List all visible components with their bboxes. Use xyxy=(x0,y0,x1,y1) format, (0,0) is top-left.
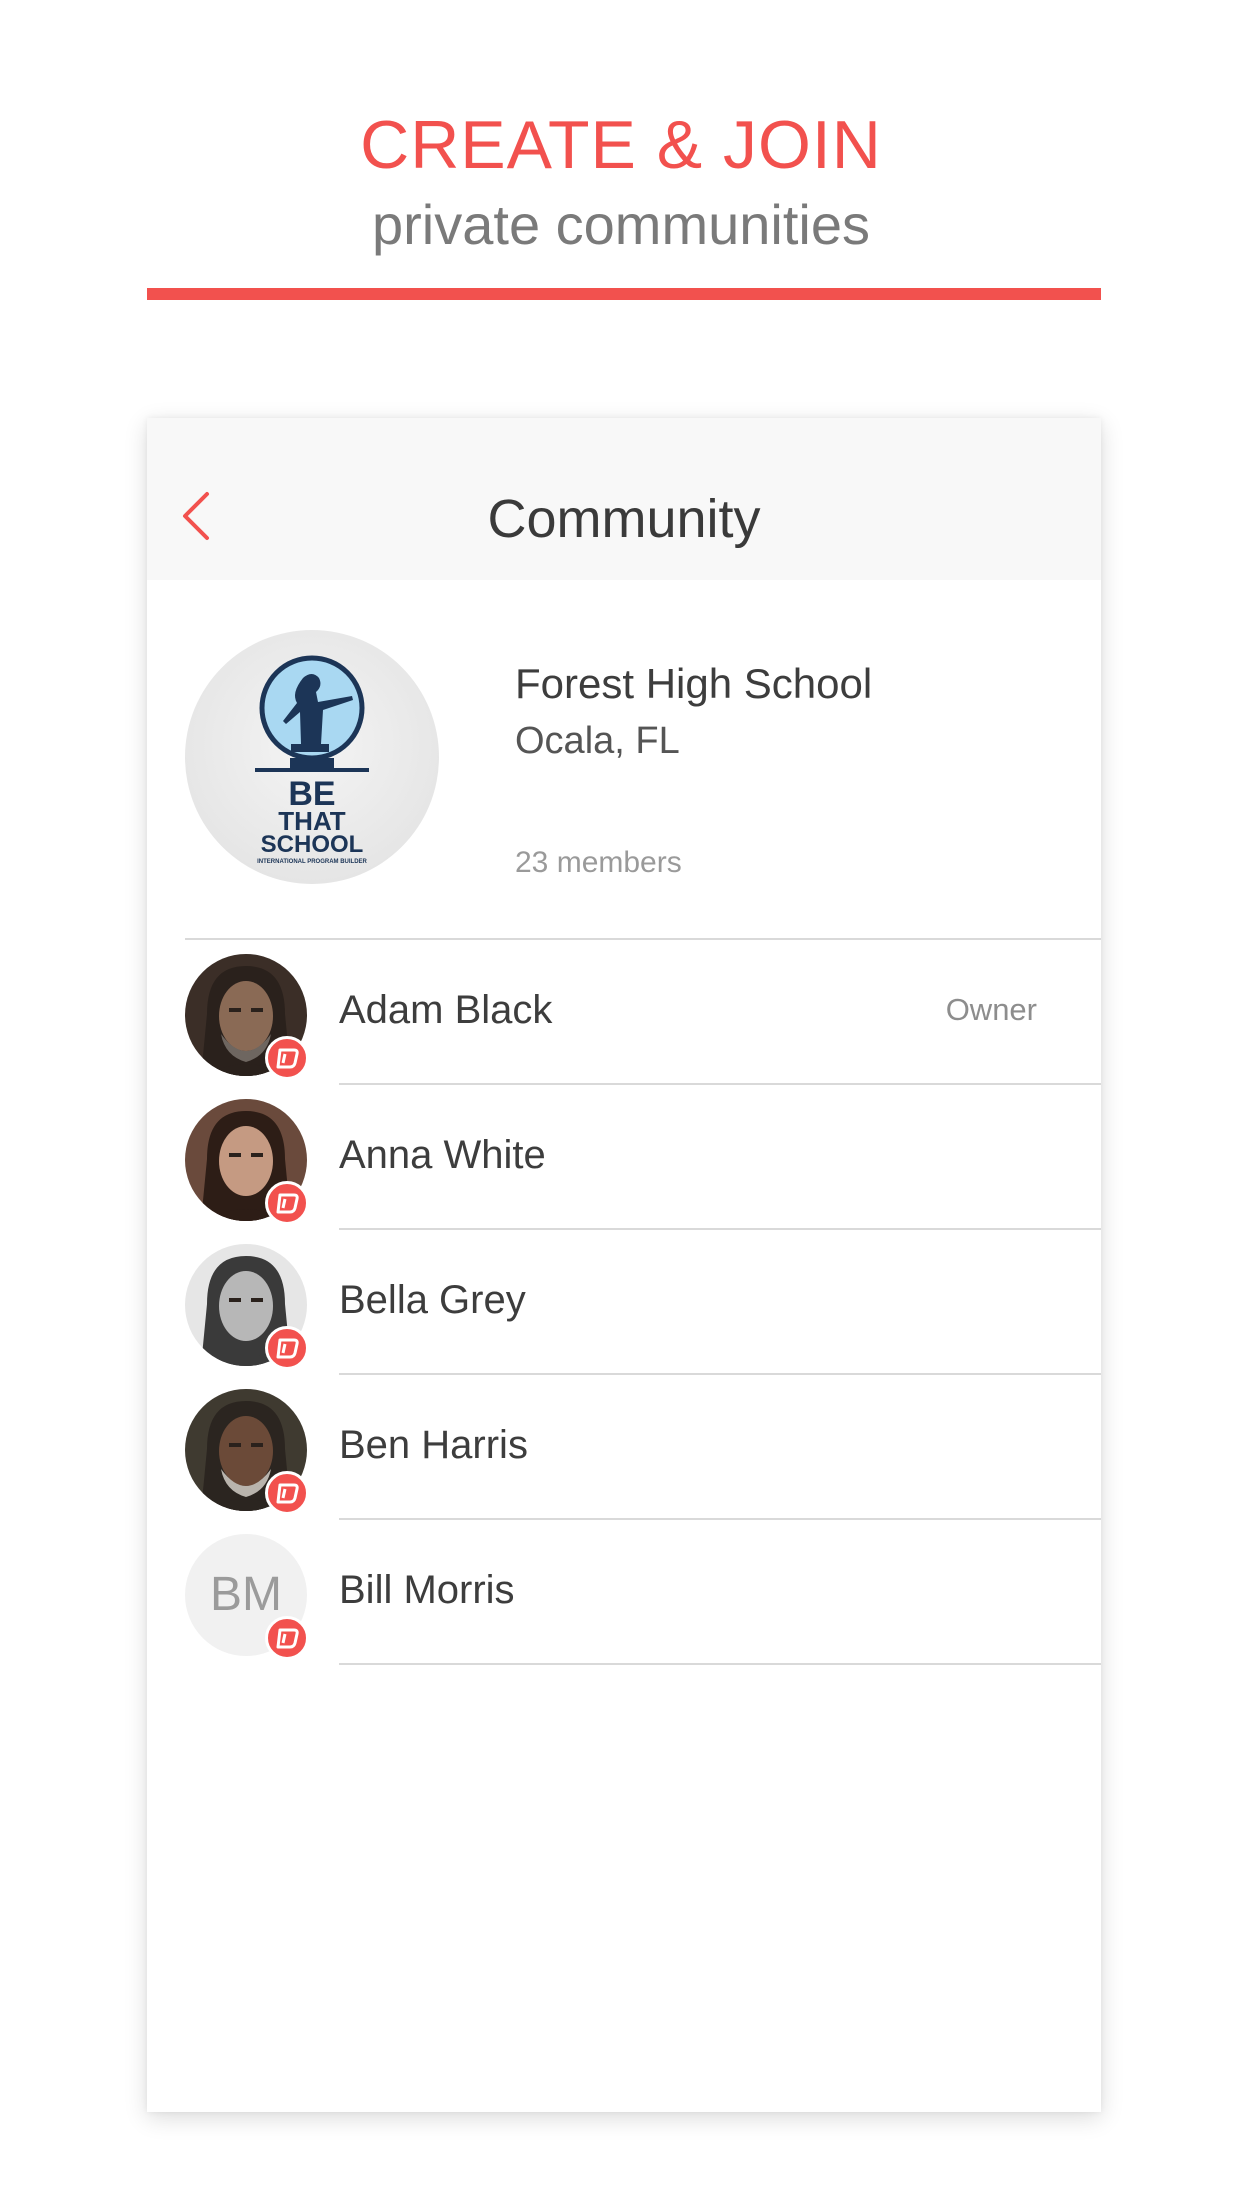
members-count[interactable]: 23 members xyxy=(515,844,682,882)
promo-subheading: private communities xyxy=(372,193,870,256)
app-badge-icon xyxy=(265,1181,309,1225)
member-row[interactable]: Bella Grey xyxy=(147,1230,1101,1375)
app-badge-icon xyxy=(265,1326,309,1370)
app-badge-icon xyxy=(265,1471,309,1515)
member-name: Bill Morris xyxy=(339,1568,515,1612)
member-name: Ben Harris xyxy=(339,1423,528,1467)
member-role-label: Owner xyxy=(945,992,1037,1027)
community-header: BE THAT SCHOOL INTERNATIONAL PROGRAM BUI… xyxy=(147,580,1101,936)
logo-line-4: INTERNATIONAL PROGRAM BUILDER xyxy=(257,859,367,865)
community-location: Ocala, FL xyxy=(515,720,680,762)
member-row[interactable]: BM Bill Morris xyxy=(147,1520,1101,1665)
member-row[interactable]: Anna White xyxy=(147,1085,1101,1230)
promo-underline xyxy=(147,288,1101,300)
nav-bar: Community xyxy=(147,418,1101,580)
app-badge-icon xyxy=(265,1616,309,1660)
member-row[interactable]: Adam Black Owner xyxy=(147,940,1101,1085)
promo-heading: CREATE & JOIN xyxy=(360,107,882,183)
app-badge-icon xyxy=(265,1036,309,1080)
divider xyxy=(339,1663,1101,1665)
member-list: Adam Black Owner Anna White Bella Grey Ben H… xyxy=(147,940,1101,1665)
member-name: Adam Black xyxy=(339,988,553,1032)
member-name: Bella Grey xyxy=(339,1278,526,1322)
logo-line-3: SCHOOL xyxy=(261,831,364,858)
community-name: Forest High School xyxy=(515,660,873,707)
community-logo: BE THAT SCHOOL INTERNATIONAL PROGRAM BUI… xyxy=(185,630,439,884)
device-screen: Community BE THAT SCHOOL INTERNATIONAL P… xyxy=(147,418,1101,2112)
member-row[interactable]: Ben Harris xyxy=(147,1375,1101,1520)
member-name: Anna White xyxy=(339,1133,546,1177)
page-title: Community xyxy=(487,489,761,549)
